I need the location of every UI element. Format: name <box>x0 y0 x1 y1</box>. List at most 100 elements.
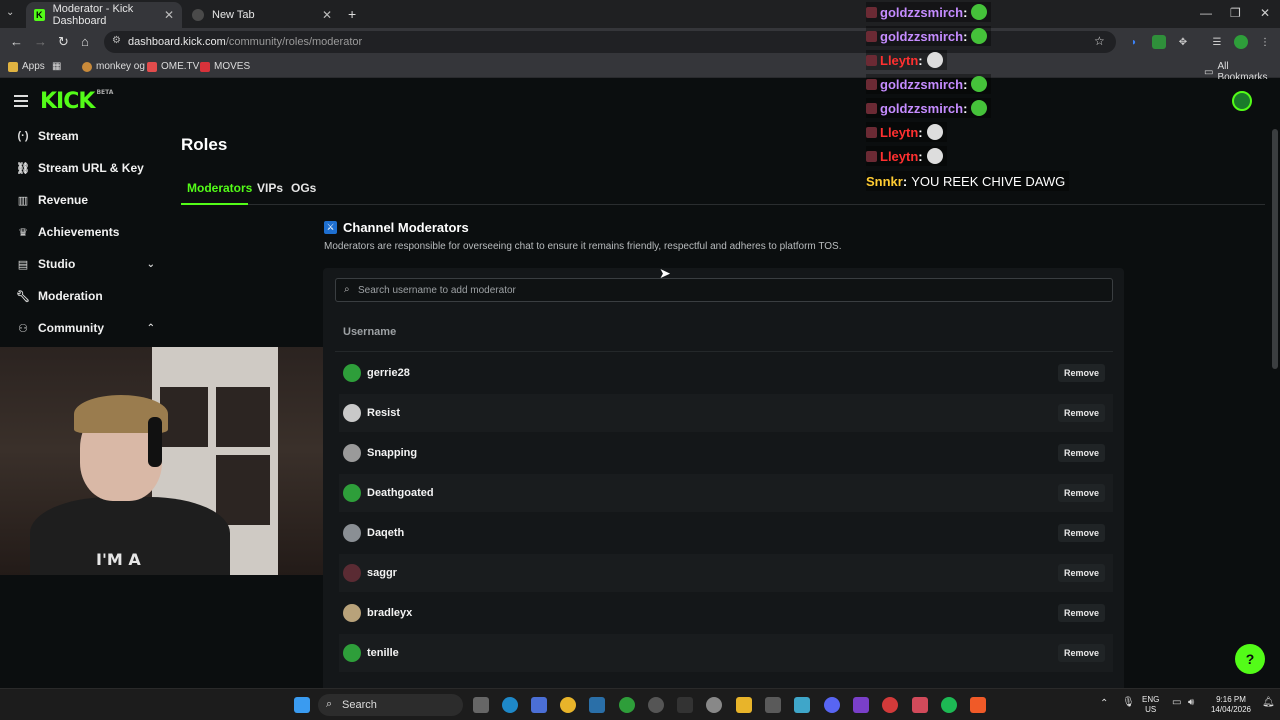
brave-icon[interactable] <box>970 697 986 713</box>
remove-moderator-button[interactable]: Remove <box>1057 404 1105 422</box>
forward-icon[interactable]: → <box>34 34 47 49</box>
moderator-search-input[interactable]: ⌕ Search username to add moderator <box>335 278 1113 302</box>
language-indicator[interactable]: ENG US <box>1142 695 1159 715</box>
chat-separator: : <box>902 173 908 189</box>
obs-icon[interactable] <box>648 697 664 713</box>
tab-search-button[interactable]: ⌄ <box>6 7 14 18</box>
bookmark-grid[interactable]: ▦ <box>52 61 61 72</box>
settings-icon[interactable] <box>706 697 722 713</box>
reading-list-icon[interactable]: ☰ <box>1210 35 1224 49</box>
bookmark-star-icon[interactable]: ☆ <box>1094 34 1105 48</box>
remove-moderator-button[interactable]: Remove <box>1057 604 1105 622</box>
sidebar-item-stream[interactable]: (·) Stream <box>16 126 161 146</box>
volume-icon[interactable]: 🔊︎ <box>1188 697 1194 708</box>
browser-toolbar: ← → ↻ ⌂ ⚙ dashboard.kick.com/community/r… <box>0 28 1280 56</box>
user-avatar[interactable] <box>1232 91 1252 111</box>
app-icon[interactable] <box>853 697 869 713</box>
site-info-icon[interactable]: ⚙ <box>112 35 121 46</box>
tab-vips[interactable]: VIPs <box>257 181 283 195</box>
tab-moderators[interactable]: Moderators <box>187 181 252 195</box>
task-view-icon[interactable] <box>473 697 489 713</box>
minimize-icon[interactable]: — <box>1200 6 1212 20</box>
remove-moderator-button[interactable]: Remove <box>1057 484 1105 502</box>
window-close-icon[interactable]: ✕ <box>1260 6 1270 20</box>
remove-moderator-button[interactable]: Remove <box>1057 564 1105 582</box>
chat-separator: : <box>918 52 923 68</box>
sidebar-item-moderation[interactable]: 🔧︎ Moderation <box>16 286 161 306</box>
sidebar-item-achievements[interactable]: ♛ Achievements <box>16 222 161 242</box>
network-icon[interactable]: ▭ <box>1172 697 1181 708</box>
chat-emote-icon <box>971 76 988 92</box>
chat-username: Lleytn <box>880 52 919 68</box>
windows-start-icon[interactable] <box>294 697 310 713</box>
search-placeholder: Search username to add moderator <box>358 284 516 296</box>
back-icon[interactable]: ← <box>10 34 23 49</box>
chat-emote-icon <box>971 100 988 116</box>
moves-icon <box>200 61 210 72</box>
bookmark-ometv[interactable]: OME.TV <box>147 61 199 72</box>
extensions-puzzle-icon[interactable]: ✥ <box>1176 35 1190 49</box>
sidebar-item-studio[interactable]: ▤ Studio ⌄ <box>16 254 161 274</box>
remove-moderator-button[interactable]: Remove <box>1057 444 1105 462</box>
chrome-icon[interactable] <box>560 697 576 713</box>
restore-icon[interactable]: ❐ <box>1230 6 1241 20</box>
sidebar-item-stream-url-key[interactable]: ⛓ Stream URL & Key <box>16 158 161 178</box>
app-icon[interactable] <box>531 697 547 713</box>
tab-kick-dashboard[interactable]: K Moderator - Kick Dashboard ✕ <box>26 2 182 28</box>
clock[interactable]: 9:16 PM 14/04/2026 <box>1208 695 1254 715</box>
new-tab-button[interactable]: + <box>348 6 356 22</box>
chat-message: Lleytn: <box>866 122 947 142</box>
home-icon[interactable]: ⌂ <box>81 34 89 49</box>
epic-icon[interactable] <box>677 697 693 713</box>
chat-separator: : <box>963 4 968 20</box>
app-icon[interactable] <box>794 697 810 713</box>
link-icon: ⛓ <box>16 162 30 175</box>
kick-dashboard-page: KICK BETA (·) Stream ⛓ Stream URL & Key ▥… <box>0 79 1280 688</box>
app-icon[interactable] <box>882 697 898 713</box>
spotify-icon[interactable] <box>941 697 957 713</box>
steam-icon[interactable] <box>589 697 605 713</box>
kick-logo[interactable]: KICK BETA <box>40 89 113 114</box>
moderator-row: bradleyx Remove <box>339 594 1113 632</box>
bookmark-apps[interactable]: Apps <box>8 61 45 72</box>
page-scrollbar[interactable] <box>1272 129 1278 369</box>
studio-icon: ▤ <box>17 258 29 271</box>
close-tab-icon[interactable]: ✕ <box>164 8 174 22</box>
kick-favicon-icon: K <box>34 9 45 21</box>
app-icon[interactable] <box>912 697 928 713</box>
profile-avatar-icon[interactable] <box>1234 35 1248 49</box>
tray-chevron-icon[interactable]: ⌃ <box>1100 698 1108 709</box>
discord-icon[interactable] <box>824 697 840 713</box>
bookmark-moves[interactable]: MOVES <box>200 61 250 72</box>
store-icon[interactable] <box>765 697 781 713</box>
extension-icon[interactable] <box>1152 35 1166 49</box>
mic-icon[interactable]: 🎙︎ <box>1122 697 1135 708</box>
browser-menu-icon[interactable]: ⋮ <box>1258 35 1272 49</box>
tab-ogs[interactable]: OGs <box>291 181 316 195</box>
xbox-icon[interactable] <box>619 697 635 713</box>
windows-taskbar: ⌕ Search ⌃ 🎙︎ ENG US ▭ 🔊︎ 9:16 PM 14/04/20… <box>0 688 1280 720</box>
hamburger-menu-icon[interactable] <box>14 95 28 107</box>
reload-icon[interactable]: ↻ <box>58 34 69 50</box>
close-tab-icon[interactable]: ✕ <box>322 8 332 22</box>
extension-icon[interactable]: ◗ <box>1127 35 1141 49</box>
page-title: Roles <box>181 135 228 154</box>
bookmark-monkey[interactable]: monkey og <box>82 61 145 72</box>
moderator-username: saggr <box>367 567 397 579</box>
user-avatar <box>343 484 361 502</box>
edge-icon[interactable] <box>502 697 518 713</box>
chat-emote-icon <box>971 4 988 20</box>
sidebar-item-revenue[interactable]: ▥ Revenue <box>16 190 161 210</box>
notification-icon[interactable]: 🔔︎ <box>1262 697 1275 708</box>
tab-new-tab[interactable]: New Tab ✕ <box>184 2 340 28</box>
taskbar-search[interactable]: ⌕ Search <box>318 694 463 716</box>
remove-moderator-button[interactable]: Remove <box>1057 364 1105 382</box>
chat-badge-icon <box>866 30 877 42</box>
remove-moderator-button[interactable]: Remove <box>1057 644 1105 662</box>
shirt-text: I'M A <box>96 550 141 569</box>
file-explorer-icon[interactable] <box>736 697 752 713</box>
help-chat-button[interactable]: ? <box>1235 644 1265 674</box>
sidebar-item-community[interactable]: ⚇ Community ⌃ <box>16 318 161 338</box>
remove-moderator-button[interactable]: Remove <box>1057 524 1105 542</box>
chrome-favicon-icon <box>192 9 204 21</box>
